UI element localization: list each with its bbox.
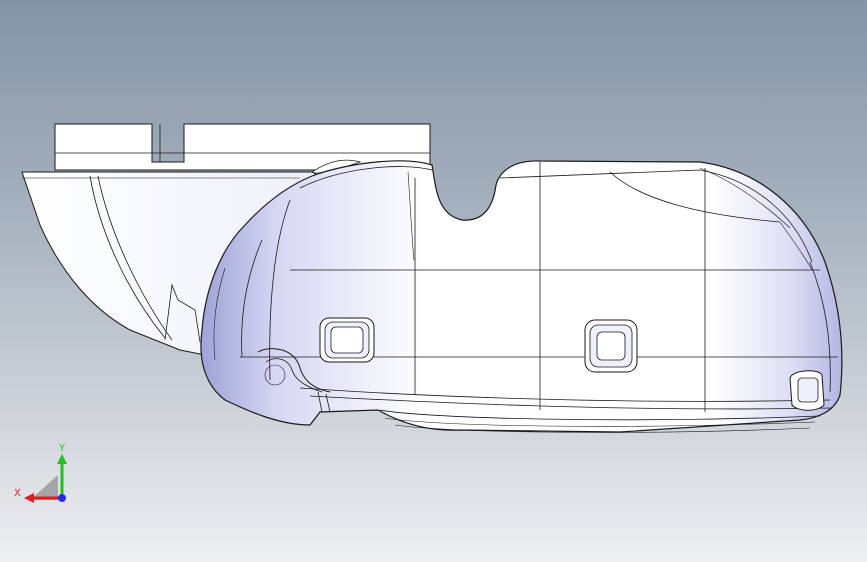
- x-axis-label: X: [14, 488, 21, 499]
- square-boss-right[interactable]: [789, 370, 825, 411]
- square-boss-left[interactable]: [319, 317, 375, 363]
- graphics-viewport[interactable]: X Y: [0, 0, 867, 562]
- triad-plane-icon: [30, 475, 58, 500]
- z-axis-dot-icon: [58, 494, 66, 502]
- main-shell[interactable]: [200, 160, 843, 433]
- 3d-model-view[interactable]: [0, 0, 867, 562]
- y-axis-label: Y: [58, 443, 66, 454]
- coordinate-triad: X Y: [14, 443, 67, 503]
- square-boss-center[interactable]: [584, 319, 638, 373]
- y-axis-arrow-icon: [57, 454, 67, 498]
